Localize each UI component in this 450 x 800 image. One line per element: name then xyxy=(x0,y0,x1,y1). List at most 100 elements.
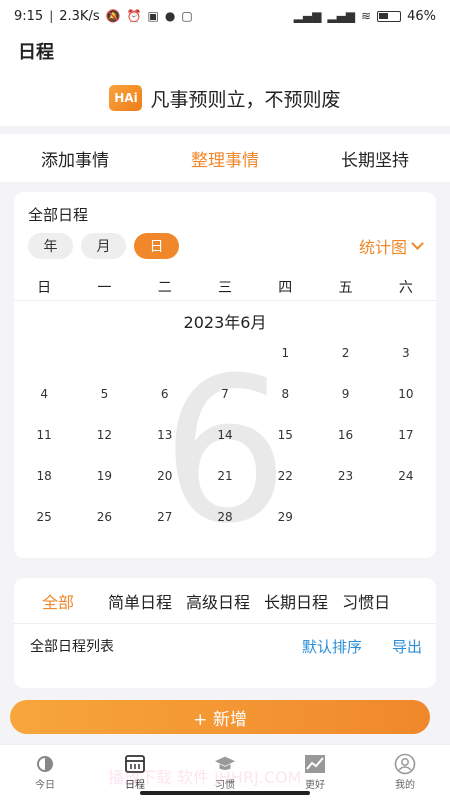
day-cell[interactable]: 15 xyxy=(255,415,315,456)
wifi-icon: ≋ xyxy=(361,9,372,23)
day-cell[interactable]: 10 xyxy=(376,374,436,415)
empty-day-cell xyxy=(74,333,134,374)
app-header: 日程 xyxy=(0,32,450,70)
day-cell[interactable]: 2 xyxy=(315,333,375,374)
category-tab-advanced[interactable]: 高级日程 xyxy=(186,589,250,613)
day-cell[interactable]: 3 xyxy=(376,333,436,374)
day-cell[interactable]: 5 xyxy=(74,374,134,415)
day-grid: 1 2 3 4 5 6 7 8 9 10 11 12 13 14 15 16 17 18 19 20 21 22 23 24 2… xyxy=(14,333,436,537)
signal-icon-2: ▂▄▆ xyxy=(327,9,356,23)
nav-mine[interactable]: 我的 xyxy=(375,753,435,791)
home-indicator[interactable] xyxy=(140,791,310,795)
notification-icon: ● xyxy=(164,9,176,23)
page-title: 日程 xyxy=(18,42,54,63)
weekday-label: 四 xyxy=(278,279,293,296)
battery-percent: 46% xyxy=(407,8,436,24)
empty-day-cell xyxy=(195,333,255,374)
category-tab-all[interactable]: 全部 xyxy=(42,589,74,613)
mute-icon: 🔕 xyxy=(105,9,121,23)
day-cell[interactable]: 28 xyxy=(195,496,255,537)
category-tab-simple[interactable]: 简单日程 xyxy=(108,589,172,613)
hai-logo-text: HAi xyxy=(114,91,138,105)
day-cell[interactable]: 23 xyxy=(315,455,375,496)
day-cell[interactable]: 17 xyxy=(376,415,436,456)
day-cell[interactable]: 26 xyxy=(74,496,134,537)
empty-day-cell xyxy=(315,496,375,537)
day-cell[interactable]: 27 xyxy=(135,496,195,537)
tab-long-term[interactable]: 长期坚持 xyxy=(333,146,417,171)
empty-day-cell xyxy=(135,333,195,374)
alarm-icon: ⏰ xyxy=(126,9,142,23)
status-right: ▂▄▆ ▂▄▆ ≋ 46% xyxy=(294,9,436,24)
day-cell[interactable]: 16 xyxy=(315,415,375,456)
day-cell[interactable]: 18 xyxy=(14,455,74,496)
day-cell[interactable]: 20 xyxy=(135,455,195,496)
list-header: 全部日程列表 默认排序 导出 xyxy=(14,624,436,668)
day-cell[interactable]: 7 xyxy=(195,374,255,415)
nav-better-label: 更好 xyxy=(305,780,325,791)
watermark: 播放下载 软件 JHHRJ.COM xyxy=(108,768,302,787)
category-tab-long-term[interactable]: 长期日程 xyxy=(264,589,328,613)
export-button[interactable]: 导出 xyxy=(392,636,422,657)
motto-text: 凡事预则立，不预则废 xyxy=(150,88,341,111)
day-cell[interactable]: 8 xyxy=(255,374,315,415)
view-segments: 年 月 日 xyxy=(28,233,179,259)
schedule-list-card: 全部 简单日程 高级日程 长期日程 习惯日 全部日程列表 默认排序 导出 xyxy=(14,578,436,688)
tab-add-things[interactable]: 添加事情 xyxy=(33,146,117,171)
profile-icon xyxy=(394,753,416,775)
app-icon: ▢ xyxy=(181,9,193,23)
day-cell[interactable]: 6 xyxy=(135,374,195,415)
empty-day-cell xyxy=(14,333,74,374)
weekday-label: 三 xyxy=(217,279,232,296)
weekday-header: 日 一 二 三 四 五 六 xyxy=(14,273,436,301)
day-cell[interactable]: 19 xyxy=(74,455,134,496)
view-switch-row: 年 月 日 统计图 xyxy=(28,233,424,259)
segment-month[interactable]: 月 xyxy=(81,233,126,259)
day-cell[interactable]: 22 xyxy=(255,455,315,496)
motto-banner: HAi 凡事预则立，不预则废 xyxy=(0,70,450,126)
day-cell[interactable]: 12 xyxy=(74,415,134,456)
empty-day-cell xyxy=(376,496,436,537)
weekday-label: 一 xyxy=(97,279,112,296)
day-cell[interactable]: 9 xyxy=(315,374,375,415)
segment-day[interactable]: 日 xyxy=(134,233,179,259)
trend-chart-icon xyxy=(304,754,326,774)
nav-today[interactable]: 今日 xyxy=(15,754,75,791)
month-title: 2023年6月 xyxy=(183,313,267,332)
day-cell[interactable]: 4 xyxy=(14,374,74,415)
status-bar: 9:15 | 2.3K/s 🔕 ⏰ ▣ ● ▢ ▂▄▆ ▂▄▆ ≋ 46% xyxy=(0,0,450,32)
category-tabs: 全部 简单日程 高级日程 长期日程 习惯日 xyxy=(14,578,436,624)
battery-icon xyxy=(377,10,402,22)
status-time: 9:15 xyxy=(14,8,44,24)
stats-chart-label: 统计图 xyxy=(358,238,407,257)
day-cell[interactable]: 21 xyxy=(195,455,255,496)
stats-chart-dropdown[interactable]: 统计图 xyxy=(358,234,424,258)
nfc-icon: ▣ xyxy=(147,9,159,23)
list-title: 全部日程列表 xyxy=(30,639,114,655)
day-cell[interactable]: 1 xyxy=(255,333,315,374)
calendar-title: 全部日程 xyxy=(28,206,89,224)
chevron-down-icon xyxy=(411,237,424,250)
day-cell[interactable]: 11 xyxy=(14,415,74,456)
category-tab-habit[interactable]: 习惯日 xyxy=(342,589,390,613)
sort-button[interactable]: 默认排序 xyxy=(302,636,362,657)
hai-logo: HAi xyxy=(109,85,143,111)
calendar-card: 6 全部日程 年 月 日 统计图 日 一 二 三 四 五 六 2023年6月 1… xyxy=(14,192,436,558)
add-new-button[interactable]: + 新增 xyxy=(10,700,430,734)
day-cell[interactable]: 24 xyxy=(376,455,436,496)
segment-year[interactable]: 年 xyxy=(28,233,73,259)
tab-organize-things[interactable]: 整理事情 xyxy=(183,146,267,171)
day-cell[interactable]: 29 xyxy=(255,496,315,537)
weekday-label: 二 xyxy=(157,279,172,296)
signal-icon: ▂▄▆ xyxy=(293,9,322,23)
nav-today-label: 今日 xyxy=(35,780,55,791)
day-cell[interactable]: 13 xyxy=(135,415,195,456)
day-cell[interactable]: 25 xyxy=(14,496,74,537)
weekday-label: 五 xyxy=(338,279,353,296)
weekday-label: 六 xyxy=(398,279,413,296)
network-speed: 2.3K/s xyxy=(59,8,100,24)
day-cell[interactable]: 14 xyxy=(195,415,255,456)
list-actions: 默认排序 导出 xyxy=(302,636,422,657)
separator: | xyxy=(49,9,54,23)
weekday-label: 日 xyxy=(37,279,52,296)
